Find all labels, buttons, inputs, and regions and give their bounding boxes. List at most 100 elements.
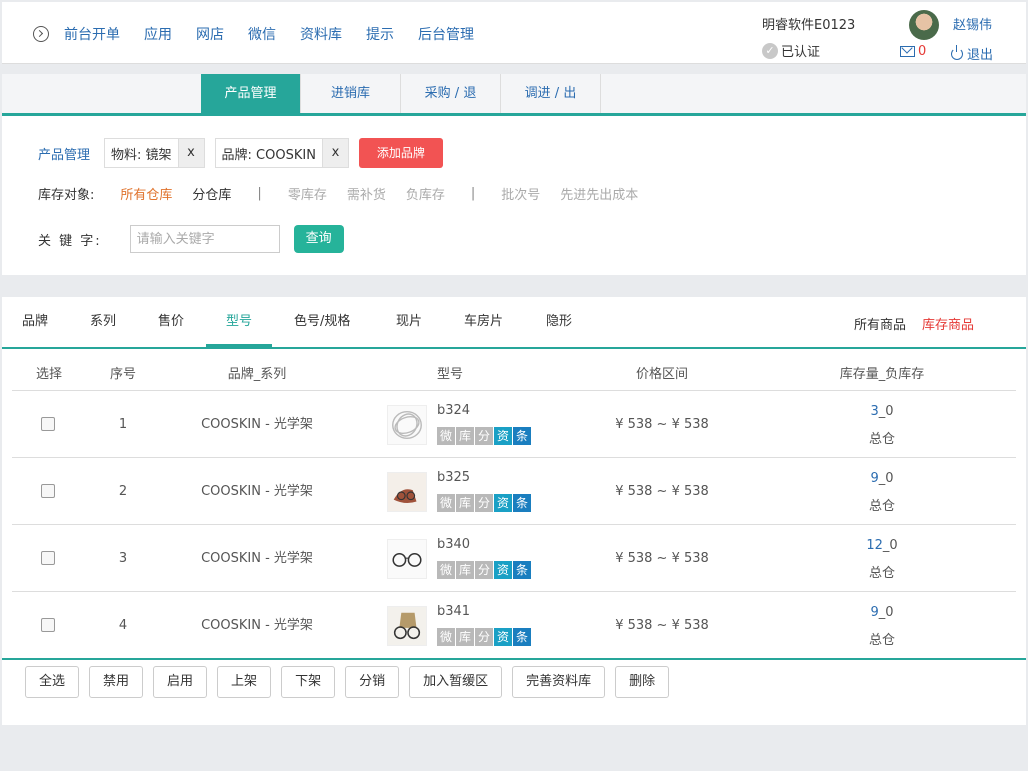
tab-inventory[interactable]: 进销库 (301, 74, 401, 113)
category-price[interactable]: 售价 (158, 297, 184, 347)
tag-wechat[interactable]: 微 (437, 628, 455, 646)
nav-item-admin[interactable]: 后台管理 (418, 24, 474, 44)
option-all-warehouses[interactable]: 所有仓库 (120, 184, 172, 203)
view-all-products[interactable]: 所有商品 (854, 314, 906, 333)
row-checkbox[interactable] (41, 618, 55, 632)
disable-button[interactable]: 禁用 (89, 666, 144, 698)
category-rx-lens[interactable]: 车房片 (464, 297, 503, 347)
product-thumbnail[interactable] (387, 539, 427, 579)
select-all-button[interactable]: 全选 (25, 666, 80, 698)
tag-info[interactable]: 资 (494, 494, 512, 512)
row-tags: 微 库 分 资 条 (437, 628, 532, 646)
row-model[interactable]: b341 (437, 604, 470, 619)
expand-circle-icon[interactable] (33, 26, 49, 42)
tag-branch[interactable]: 分 (475, 561, 493, 579)
tag-wechat[interactable]: 微 (437, 427, 455, 445)
avatar[interactable] (909, 10, 939, 40)
row-warehouse: 总仓 (868, 566, 895, 581)
tag-wechat[interactable]: 微 (437, 561, 455, 579)
brand-chip-remove[interactable]: x (321, 139, 348, 167)
mail-button[interactable]: 0 (900, 44, 926, 59)
nav-item-checkout[interactable]: 前台开单 (64, 24, 120, 44)
logout-button[interactable]: 退出 (951, 44, 993, 63)
tag-info[interactable]: 资 (494, 561, 512, 579)
option-fifo-cost[interactable]: 先进先出成本 (560, 184, 638, 203)
query-button[interactable]: 查询 (293, 225, 344, 253)
brand-chip-label: 品牌: COOSKIN (221, 147, 316, 163)
table-row[interactable]: 2 COOSKIN - 光学架 b325 微 库 分 资 条 ¥ 538 ~ ¥… (12, 458, 1016, 525)
tab-product-management[interactable]: 产品管理 (201, 74, 301, 113)
nav-item-shop[interactable]: 网店 (196, 24, 224, 44)
nav-item-tips[interactable]: 提示 (366, 24, 394, 44)
tag-info[interactable]: 资 (494, 628, 512, 646)
add-brand-button[interactable]: 添加品牌 (358, 138, 443, 168)
tab-purchase-return[interactable]: 采购 / 退 (401, 74, 501, 113)
delete-button[interactable]: 删除 (615, 666, 670, 698)
username[interactable]: 赵锡伟 (953, 14, 992, 33)
tag-barcode[interactable]: 条 (513, 494, 531, 512)
row-stock-qty[interactable]: 9 (870, 471, 878, 486)
category-contact[interactable]: 隐形 (546, 297, 572, 347)
product-thumbnail[interactable] (387, 405, 427, 445)
tag-stock[interactable]: 库 (456, 494, 474, 512)
row-number: 4 (118, 618, 128, 633)
row-negative-stock: _0 (878, 471, 894, 486)
option-negative-stock[interactable]: 负库存 (406, 184, 445, 203)
tag-stock[interactable]: 库 (456, 427, 474, 445)
option-batch-number[interactable]: 批次号 (501, 184, 540, 203)
row-checkbox[interactable] (41, 417, 55, 431)
tag-wechat[interactable]: 微 (437, 494, 455, 512)
row-number: 1 (118, 417, 128, 432)
category-brand[interactable]: 品牌 (22, 297, 48, 347)
table-header: 选择 序号 品牌_系列 型号 价格区间 库存量_负库存 (12, 351, 1016, 391)
tag-barcode[interactable]: 条 (513, 561, 531, 579)
tag-branch[interactable]: 分 (475, 628, 493, 646)
tag-barcode[interactable]: 条 (513, 427, 531, 445)
add-to-hold-button[interactable]: 加入暂缓区 (409, 666, 503, 698)
row-stock-qty[interactable]: 3 (870, 404, 878, 419)
tag-stock[interactable]: 库 (456, 561, 474, 579)
row-model[interactable]: b325 (437, 470, 470, 485)
keyword-input[interactable] (129, 225, 280, 253)
category-stock-lens[interactable]: 现片 (396, 297, 422, 347)
product-management-link[interactable]: 产品管理 (38, 144, 90, 163)
category-color-spec[interactable]: 色号/规格 (294, 297, 350, 347)
category-series[interactable]: 系列 (90, 297, 116, 347)
keyword-row: 关 键 字: 查询 (38, 225, 344, 253)
view-stock-products[interactable]: 库存商品 (922, 314, 974, 333)
tag-stock[interactable]: 库 (456, 628, 474, 646)
filter-panel: 产品管理 进销库 采购 / 退 调进 / 出 产品管理 物料: 镜架 x 品牌:… (2, 74, 1026, 275)
enable-button[interactable]: 启用 (153, 666, 208, 698)
row-warehouse: 总仓 (868, 633, 895, 648)
tab-transfer[interactable]: 调进 / 出 (501, 74, 601, 113)
distribute-button[interactable]: 分销 (345, 666, 400, 698)
complete-library-button[interactable]: 完善资料库 (512, 666, 606, 698)
tag-barcode[interactable]: 条 (513, 628, 531, 646)
option-need-restock[interactable]: 需补货 (347, 184, 386, 203)
product-thumbnail[interactable] (387, 472, 427, 512)
material-chip-remove[interactable]: x (177, 139, 204, 167)
nav-item-wechat[interactable]: 微信 (248, 24, 276, 44)
list-on-shelf-button[interactable]: 上架 (217, 666, 272, 698)
row-checkbox[interactable] (41, 551, 55, 565)
tag-branch[interactable]: 分 (475, 427, 493, 445)
option-sub-warehouse[interactable]: 分仓库 (192, 184, 231, 203)
row-stock-qty[interactable]: 9 (870, 605, 878, 620)
row-stock-qty[interactable]: 12 (866, 538, 883, 553)
nav-item-library[interactable]: 资料库 (300, 24, 342, 44)
table-row[interactable]: 3 COOSKIN - 光学架 b340 微 库 分 资 条 ¥ 538 ~ ¥… (12, 525, 1016, 592)
nav-item-apps[interactable]: 应用 (144, 24, 172, 44)
row-negative-stock: _0 (878, 605, 894, 620)
category-model[interactable]: 型号 (206, 297, 273, 347)
take-off-shelf-button[interactable]: 下架 (281, 666, 336, 698)
table-row[interactable]: 4 COOSKIN - 光学架 b341 微 库 分 资 条 ¥ 538 ~ ¥… (12, 592, 1016, 659)
tag-info[interactable]: 资 (494, 427, 512, 445)
row-model[interactable]: b340 (437, 537, 470, 552)
table-row[interactable]: 1 COOSKIN - 光学架 b324 微 库 分 资 条 ¥ 538 ~ ¥… (12, 391, 1016, 458)
option-zero-stock[interactable]: 零库存 (288, 184, 327, 203)
row-checkbox[interactable] (41, 484, 55, 498)
tag-branch[interactable]: 分 (475, 494, 493, 512)
row-number: 2 (118, 484, 128, 499)
row-model[interactable]: b324 (437, 403, 470, 418)
product-thumbnail[interactable] (387, 606, 427, 646)
